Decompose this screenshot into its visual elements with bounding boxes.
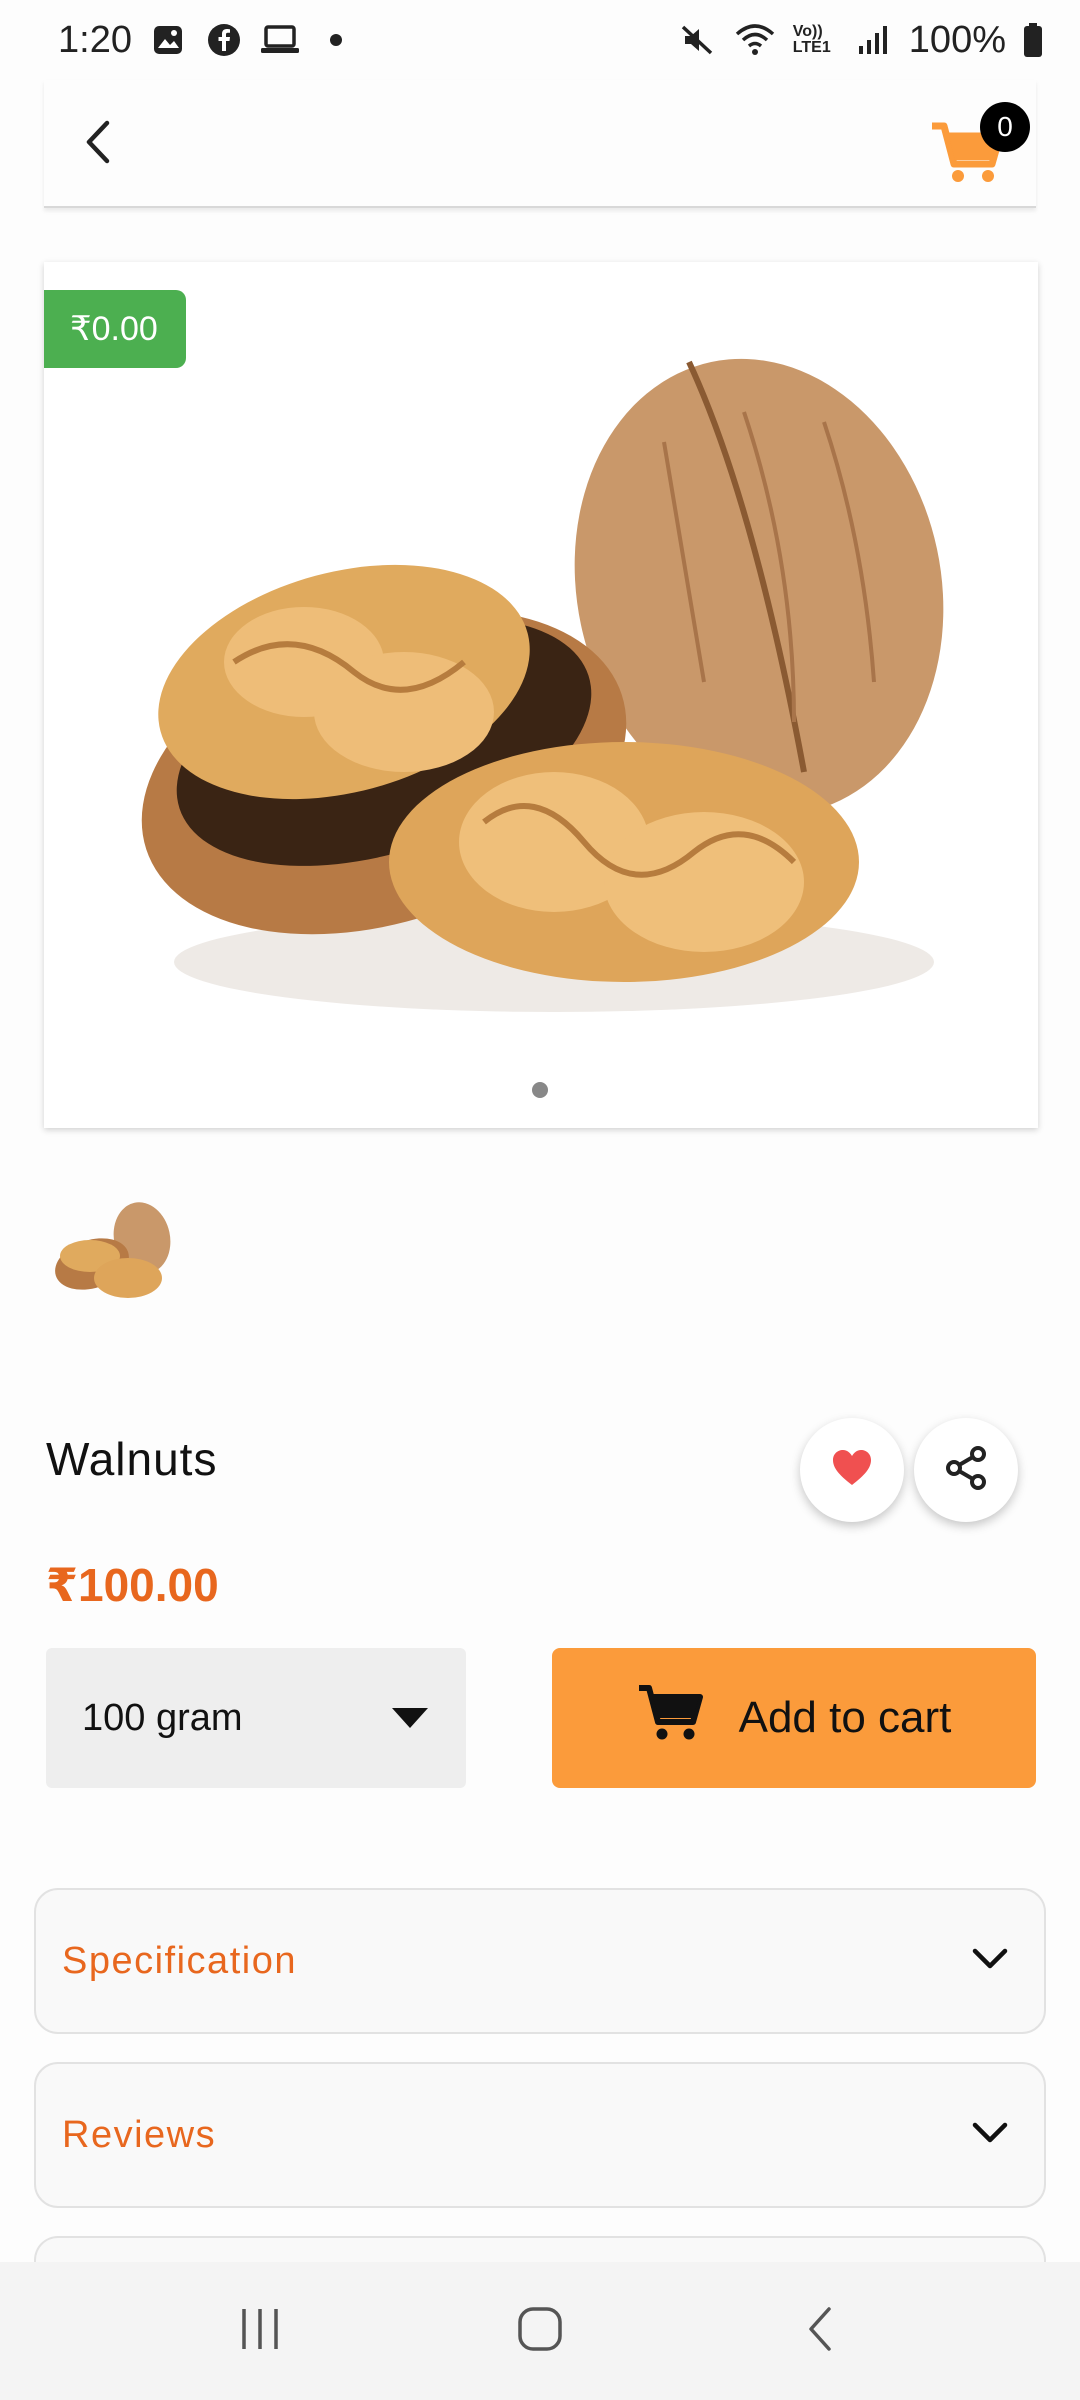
recents-button[interactable] [215, 2286, 305, 2376]
chevron-down-icon [972, 2122, 1008, 2149]
signal-icon [853, 20, 893, 60]
wifi-icon [733, 20, 777, 60]
battery-percent: 100% [908, 18, 1006, 61]
mute-icon [677, 20, 717, 60]
cart-icon [637, 1684, 703, 1753]
specification-accordion[interactable]: Specification [34, 1888, 1046, 2034]
status-right: Vo)) LTE1 100% [677, 19, 1044, 62]
product-thumbnail[interactable] [50, 1190, 180, 1320]
network-label: Vo)) LTE1 [792, 23, 831, 56]
cart-button[interactable]: 0 [930, 102, 1030, 192]
back-icon [83, 119, 113, 170]
reviews-label: Reviews [62, 2113, 217, 2156]
walnut-thumbnail-image [55, 1202, 171, 1298]
product-price: ₹100.00 [46, 1559, 219, 1611]
quantity-select[interactable]: 100 gram [46, 1648, 466, 1788]
chevron-down-icon [972, 1948, 1008, 1975]
status-left: 1:20 [58, 19, 356, 62]
status-time: 1:20 [58, 18, 132, 61]
carousel-dot[interactable] [532, 1082, 548, 1098]
favorite-button[interactable] [800, 1418, 904, 1522]
cart-count-badge: 0 [980, 102, 1030, 152]
reviews-accordion[interactable]: Reviews [34, 2062, 1046, 2208]
nav-back-icon [805, 2305, 835, 2358]
add-to-cart-label: Add to cart [738, 1693, 952, 1742]
share-icon [943, 1445, 989, 1496]
product-image-carousel[interactable]: ₹0.00 [44, 262, 1038, 1128]
heart-icon [831, 1449, 873, 1492]
image-price-tag: ₹0.00 [44, 290, 186, 368]
home-button[interactable] [495, 2286, 585, 2376]
share-button[interactable] [914, 1418, 1018, 1522]
recents-icon [238, 2307, 282, 2356]
add-to-cart-button[interactable]: Add to cart [552, 1648, 1036, 1788]
walnut-product-image [141, 358, 944, 1012]
back-button[interactable] [68, 114, 128, 174]
notification-dot-icon [316, 20, 356, 60]
home-icon [516, 2305, 564, 2358]
dropdown-arrow-icon [390, 1697, 430, 1740]
system-nav-bar [0, 2262, 1080, 2400]
nav-back-button[interactable] [775, 2286, 865, 2376]
product-title: Walnuts [46, 1433, 218, 1485]
status-bar: 1:20 Vo)) LTE1 100% [0, 0, 1080, 80]
gallery-icon [148, 20, 188, 60]
battery-icon [1022, 20, 1044, 60]
specification-label: Specification [62, 1939, 297, 1982]
facebook-icon [204, 20, 244, 60]
quantity-value: 100 gram [82, 1696, 243, 1739]
app-bar: 0 [44, 80, 1036, 208]
laptop-icon [260, 20, 300, 60]
